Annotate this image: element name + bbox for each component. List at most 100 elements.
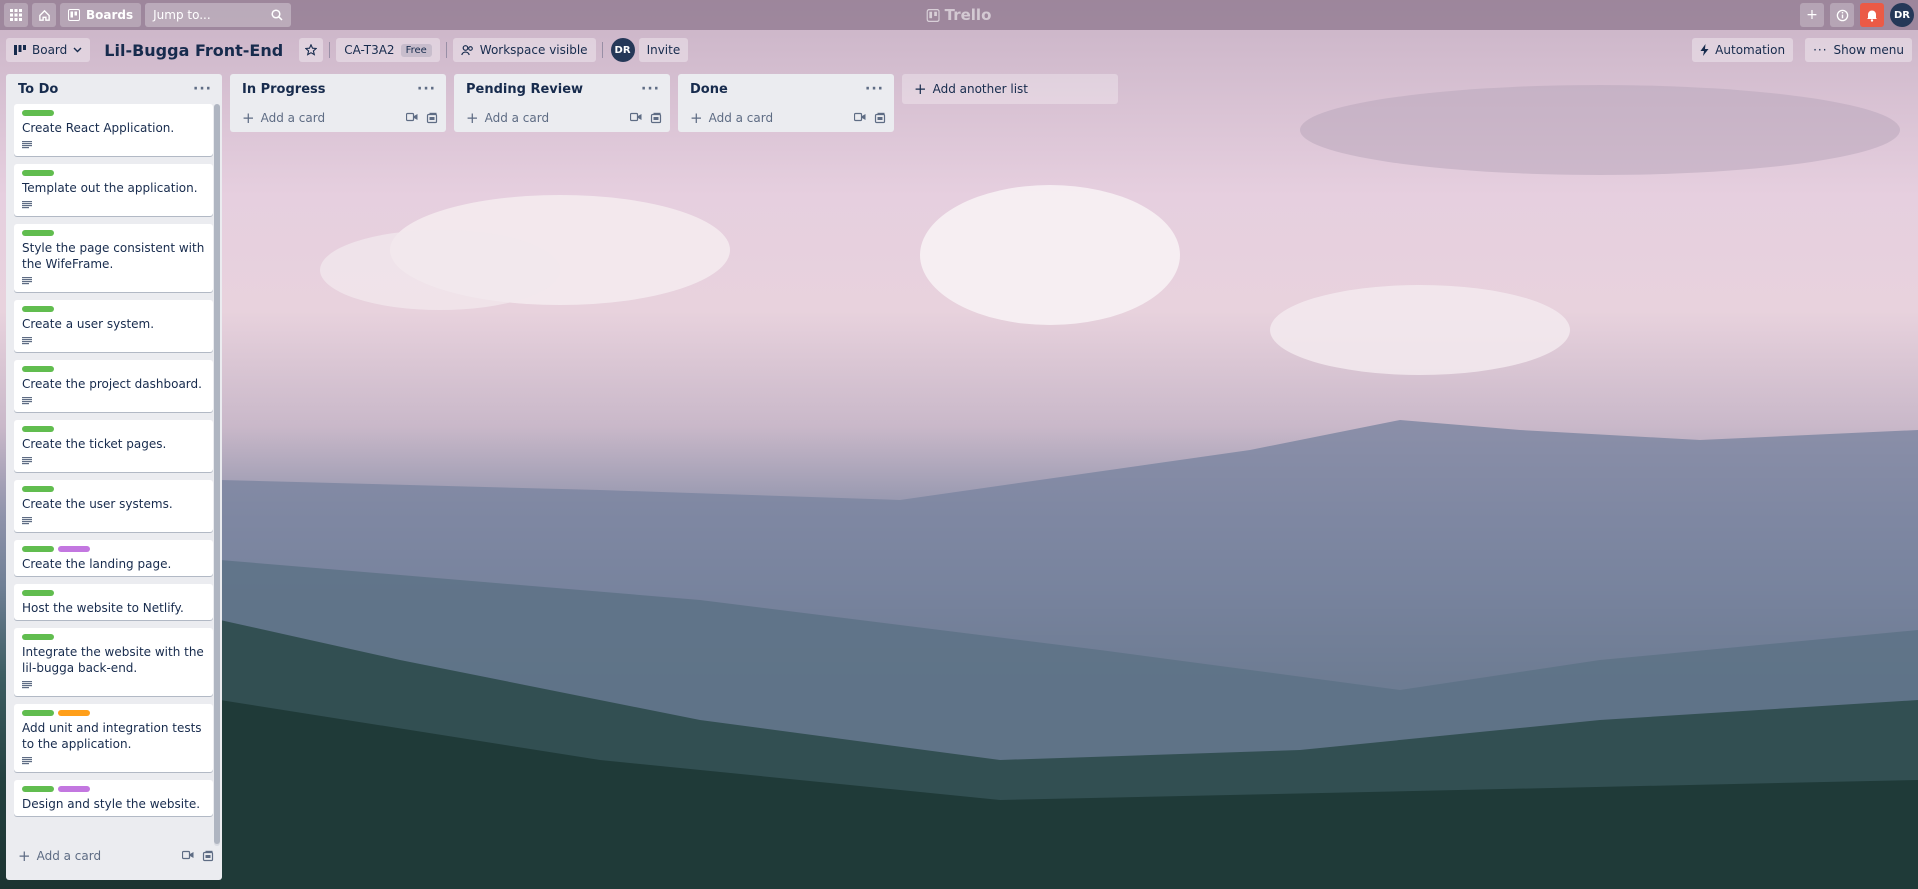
chevron-down-icon bbox=[73, 47, 82, 53]
card-template-icon[interactable] bbox=[202, 850, 214, 862]
card-labels[interactable] bbox=[22, 170, 205, 176]
plus-icon: + bbox=[466, 109, 479, 127]
card-label-green[interactable] bbox=[22, 230, 54, 236]
card-labels[interactable] bbox=[22, 546, 205, 552]
card-label-green[interactable] bbox=[22, 170, 54, 176]
create-plus-icon[interactable]: + bbox=[1800, 3, 1824, 27]
record-video-icon[interactable] bbox=[630, 112, 642, 122]
card-labels[interactable] bbox=[22, 710, 205, 716]
list-header[interactable]: To Do ··· bbox=[6, 74, 222, 104]
card[interactable]: Design and style the website. bbox=[14, 780, 213, 816]
card-label-purple[interactable] bbox=[58, 786, 90, 792]
boards-button[interactable]: Boards bbox=[60, 3, 142, 27]
logo-text: Trello bbox=[944, 6, 992, 24]
automation-button[interactable]: Automation bbox=[1692, 38, 1794, 62]
search-input[interactable]: Jump to... bbox=[145, 3, 292, 27]
list-done: Done ··· + Add a card bbox=[678, 74, 894, 132]
board-title[interactable]: Lil-Bugga Front-End bbox=[104, 41, 283, 60]
add-card-button[interactable]: + Add a card bbox=[466, 109, 549, 127]
info-icon[interactable] bbox=[1830, 3, 1854, 27]
user-avatar[interactable]: DR bbox=[1890, 3, 1914, 27]
card[interactable]: Add unit and integration tests to the ap… bbox=[14, 704, 213, 772]
description-icon bbox=[22, 201, 32, 209]
card[interactable]: Host the website to Netlify. bbox=[14, 584, 213, 620]
home-icon bbox=[38, 9, 50, 21]
card-title: Create the project dashboard. bbox=[22, 377, 202, 391]
list-title[interactable]: To Do bbox=[18, 82, 58, 97]
card-label-green[interactable] bbox=[22, 306, 54, 312]
card-labels[interactable] bbox=[22, 366, 205, 372]
apps-grid-icon[interactable] bbox=[4, 3, 28, 27]
card-labels[interactable] bbox=[22, 590, 205, 596]
invite-button[interactable]: Invite bbox=[638, 38, 689, 62]
record-video-icon[interactable] bbox=[406, 112, 418, 122]
card-template-icon[interactable] bbox=[650, 112, 662, 124]
card-title: Style the page consistent with the WifeF… bbox=[22, 241, 205, 271]
record-video-icon[interactable] bbox=[182, 850, 194, 860]
add-list-button[interactable]: + Add another list bbox=[902, 74, 1118, 104]
card-template-icon[interactable] bbox=[426, 112, 438, 124]
card-labels[interactable] bbox=[22, 634, 205, 640]
card[interactable]: Create a user system. bbox=[14, 300, 213, 352]
card-label-green[interactable] bbox=[22, 110, 54, 116]
card[interactable]: Create the user systems. bbox=[14, 480, 213, 532]
card-label-green[interactable] bbox=[22, 786, 54, 792]
list-pending-review: Pending Review ··· + Add a card bbox=[454, 74, 670, 132]
board-member-avatar[interactable]: DR bbox=[610, 38, 635, 62]
card-title: Create the ticket pages. bbox=[22, 437, 167, 451]
home-button[interactable] bbox=[32, 3, 56, 27]
list-menu-icon[interactable]: ··· bbox=[193, 81, 212, 97]
card[interactable]: Create the landing page. bbox=[14, 540, 213, 576]
show-menu-button[interactable]: ··· Show menu bbox=[1805, 38, 1912, 62]
card-labels[interactable] bbox=[22, 110, 205, 116]
card-label-green[interactable] bbox=[22, 366, 54, 372]
card-label-green[interactable] bbox=[22, 634, 54, 640]
trello-logo[interactable]: Trello bbox=[926, 6, 992, 24]
card-label-green[interactable] bbox=[22, 486, 54, 492]
card[interactable]: Style the page consistent with the WifeF… bbox=[14, 224, 213, 292]
card-labels[interactable] bbox=[22, 230, 205, 236]
star-board-button[interactable] bbox=[299, 38, 324, 62]
card[interactable]: Template out the application. bbox=[14, 164, 213, 216]
card[interactable]: Create the project dashboard. bbox=[14, 360, 213, 412]
card-label-green[interactable] bbox=[22, 710, 54, 716]
add-card-label: Add a card bbox=[260, 111, 326, 125]
description-icon bbox=[22, 277, 32, 285]
card-label-orange[interactable] bbox=[58, 710, 90, 716]
automation-label: Automation bbox=[1715, 43, 1786, 57]
card-label-green[interactable] bbox=[22, 546, 54, 552]
record-video-icon[interactable] bbox=[854, 112, 866, 122]
card-labels[interactable] bbox=[22, 306, 205, 312]
add-card-button[interactable]: + Add a card bbox=[18, 847, 101, 865]
board-view-switcher[interactable]: Board bbox=[6, 38, 91, 62]
card-label-purple[interactable] bbox=[58, 546, 90, 552]
card-label-green[interactable] bbox=[22, 590, 54, 596]
card-title: Template out the application. bbox=[22, 181, 198, 195]
card-labels[interactable] bbox=[22, 426, 205, 432]
list-title[interactable]: Done bbox=[690, 82, 728, 97]
list-menu-icon[interactable]: ··· bbox=[417, 81, 436, 97]
list-header[interactable]: Done ··· bbox=[678, 74, 894, 104]
description-icon bbox=[22, 517, 32, 525]
list-menu-icon[interactable]: ··· bbox=[641, 81, 660, 97]
list-title[interactable]: Pending Review bbox=[466, 82, 583, 97]
workspace-button[interactable]: CA-T3A2 Free bbox=[336, 38, 440, 62]
card-labels[interactable] bbox=[22, 786, 205, 792]
card[interactable]: Integrate the website with the lil-bugga… bbox=[14, 628, 213, 696]
list-header[interactable]: Pending Review ··· bbox=[454, 74, 670, 104]
search-placeholder: Jump to... bbox=[153, 8, 211, 22]
visibility-button[interactable]: Workspace visible bbox=[452, 38, 596, 62]
card-template-icon[interactable] bbox=[874, 112, 886, 124]
notification-bell-icon[interactable] bbox=[1860, 3, 1884, 27]
card[interactable]: Create React Application. bbox=[14, 104, 213, 156]
card[interactable]: Create the ticket pages. bbox=[14, 420, 213, 472]
add-card-button[interactable]: + Add a card bbox=[690, 109, 773, 127]
add-card-button[interactable]: + Add a card bbox=[242, 109, 325, 127]
list-title[interactable]: In Progress bbox=[242, 82, 326, 97]
description-icon bbox=[22, 397, 32, 405]
card-title: Create the landing page. bbox=[22, 557, 172, 571]
list-menu-icon[interactable]: ··· bbox=[865, 81, 884, 97]
card-label-green[interactable] bbox=[22, 426, 54, 432]
list-header[interactable]: In Progress ··· bbox=[230, 74, 446, 104]
card-labels[interactable] bbox=[22, 486, 205, 492]
